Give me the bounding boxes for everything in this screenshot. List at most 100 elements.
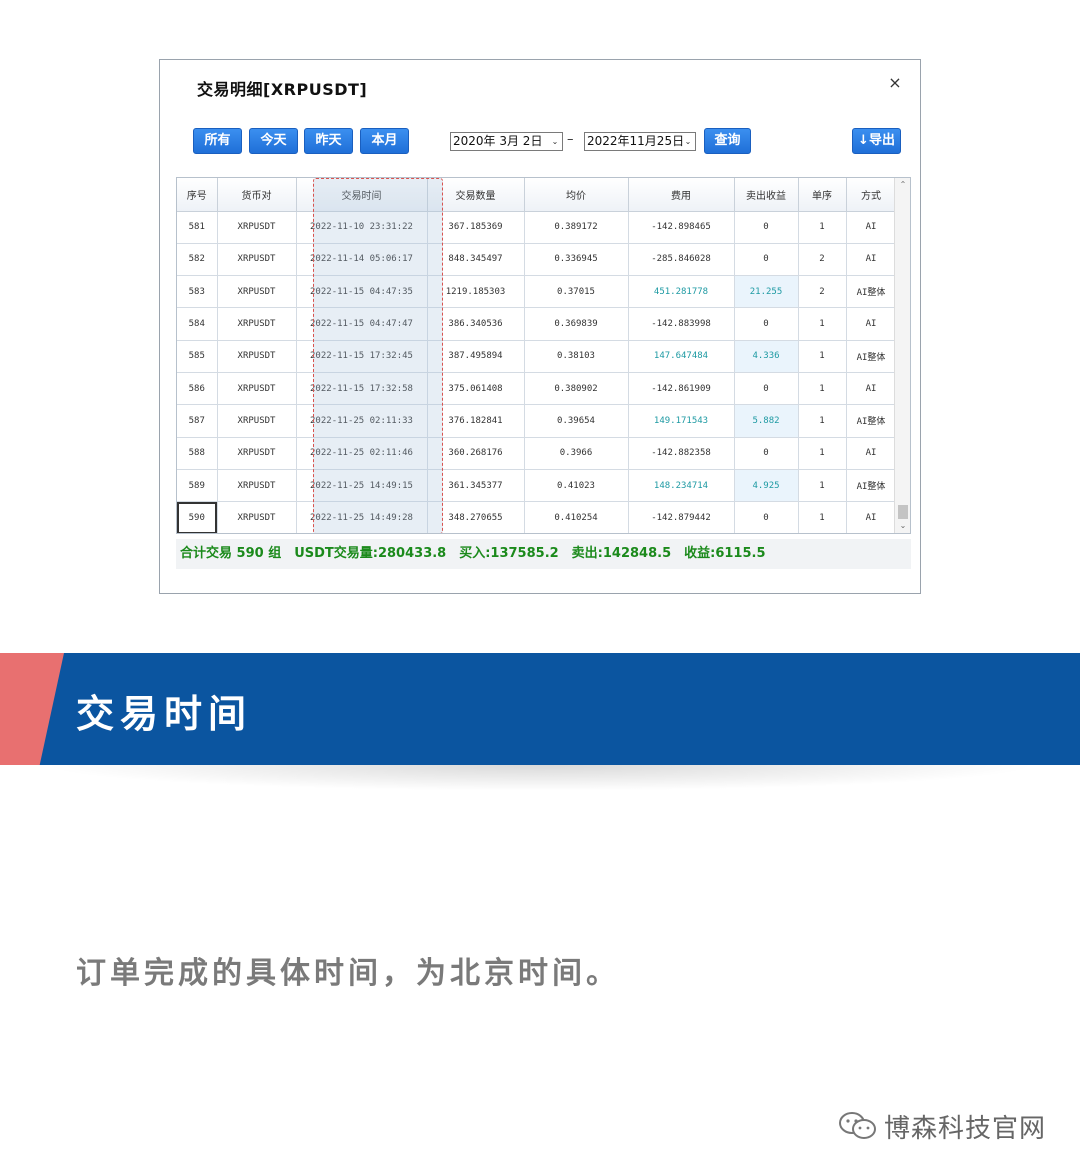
- close-icon[interactable]: ×: [886, 74, 904, 92]
- cell-order[interactable]: 1: [798, 501, 847, 533]
- filter-today-button[interactable]: 今天: [249, 128, 298, 154]
- cell-order[interactable]: 1: [798, 307, 847, 341]
- cell-order[interactable]: 2: [798, 275, 847, 309]
- cell-seq[interactable]: 581: [177, 211, 218, 244]
- chevron-down-icon[interactable]: ⌄: [549, 134, 561, 149]
- chevron-down-icon[interactable]: ⌄: [682, 134, 694, 149]
- cell-seq[interactable]: 586: [177, 372, 218, 406]
- cell-order[interactable]: 1: [798, 340, 847, 373]
- table-row[interactable]: 583 XRPUSDT 2022-11-15 04:47:35 1219.185303…: [177, 275, 897, 309]
- cell-qty[interactable]: 386.340536: [427, 307, 525, 341]
- cell-mode[interactable]: AI: [846, 372, 897, 406]
- cell-mode[interactable]: AI: [846, 307, 897, 341]
- cell-time[interactable]: 2022-11-15 17:32:45: [296, 340, 428, 373]
- table-row[interactable]: 587 XRPUSDT 2022-11-25 02:11:33 376.182841 0…: [177, 404, 897, 438]
- cell-seq[interactable]: 589: [177, 469, 218, 503]
- cell-time[interactable]: 2022-11-15 17:32:58: [296, 372, 428, 406]
- table-row[interactable]: 590 XRPUSDT 2022-11-25 14:49:28 348.270655 0…: [177, 501, 897, 533]
- cell-qty[interactable]: 361.345377: [427, 469, 525, 503]
- cell-qty[interactable]: 375.061408: [427, 372, 525, 406]
- cell-qty[interactable]: 360.268176: [427, 437, 525, 470]
- col-header-qty[interactable]: 交易数量: [427, 178, 525, 212]
- cell-order[interactable]: 1: [798, 437, 847, 470]
- cell-price[interactable]: 0.39654: [524, 404, 629, 438]
- cell-mode[interactable]: AI: [846, 437, 897, 470]
- col-header-price[interactable]: 均价: [524, 178, 629, 212]
- col-header-mode[interactable]: 方式: [846, 178, 897, 212]
- table-row[interactable]: 585 XRPUSDT 2022-11-15 17:32:45 387.495894 0…: [177, 340, 897, 373]
- cell-time[interactable]: 2022-11-15 04:47:47: [296, 307, 428, 341]
- cell-price[interactable]: 0.389172: [524, 211, 629, 244]
- cell-profit[interactable]: 5.882: [734, 404, 799, 438]
- col-header-profit[interactable]: 卖出收益: [734, 178, 799, 212]
- cell-price[interactable]: 0.37015: [524, 275, 629, 309]
- date-to-picker[interactable]: 2022年11月25日 ⌄: [584, 132, 696, 151]
- cell-price[interactable]: 0.3966: [524, 437, 629, 470]
- cell-profit[interactable]: 0: [734, 437, 799, 470]
- cell-seq[interactable]: 583: [177, 275, 218, 309]
- cell-seq[interactable]: 582: [177, 243, 218, 277]
- cell-fee[interactable]: 148.234714: [628, 469, 735, 503]
- vertical-scrollbar[interactable]: ⌃ ⌄: [894, 178, 910, 533]
- cell-fee[interactable]: -142.882358: [628, 437, 735, 470]
- cell-profit[interactable]: 0: [734, 211, 799, 244]
- col-header-fee[interactable]: 费用: [628, 178, 735, 212]
- export-button[interactable]: ↓导出: [852, 128, 901, 154]
- cell-profit[interactable]: 4.925: [734, 469, 799, 503]
- cell-fee[interactable]: 451.281778: [628, 275, 735, 309]
- cell-profit[interactable]: 4.336: [734, 340, 799, 373]
- cell-time[interactable]: 2022-11-10 23:31:22: [296, 211, 428, 244]
- cell-time[interactable]: 2022-11-25 02:11:46: [296, 437, 428, 470]
- filter-all-button[interactable]: 所有: [193, 128, 242, 154]
- cell-profit[interactable]: 0: [734, 243, 799, 277]
- filter-yesterday-button[interactable]: 昨天: [304, 128, 353, 154]
- cell-mode[interactable]: AI: [846, 211, 897, 244]
- cell-order[interactable]: 1: [798, 372, 847, 406]
- table-row[interactable]: 581 XRPUSDT 2022-11-10 23:31:22 367.185369 0…: [177, 211, 897, 244]
- cell-mode[interactable]: AI: [846, 243, 897, 277]
- cell-time[interactable]: 2022-11-25 02:11:33: [296, 404, 428, 438]
- scroll-up-icon[interactable]: ⌃: [895, 178, 910, 192]
- date-from-picker[interactable]: 2020年 3月 2日 ⌄: [450, 132, 563, 151]
- cell-time[interactable]: 2022-11-25 14:49:15: [296, 469, 428, 503]
- cell-pair[interactable]: XRPUSDT: [217, 340, 297, 373]
- cell-fee[interactable]: -142.879442: [628, 501, 735, 533]
- cell-mode[interactable]: AI: [846, 501, 897, 533]
- cell-fee[interactable]: 147.647484: [628, 340, 735, 373]
- cell-price[interactable]: 0.369839: [524, 307, 629, 341]
- cell-profit[interactable]: 21.255: [734, 275, 799, 309]
- scroll-thumb[interactable]: [898, 505, 908, 519]
- cell-mode[interactable]: AI整体: [846, 275, 897, 309]
- cell-fee[interactable]: -142.898465: [628, 211, 735, 244]
- cell-pair[interactable]: XRPUSDT: [217, 372, 297, 406]
- cell-price[interactable]: 0.410254: [524, 501, 629, 533]
- cell-seq[interactable]: 584: [177, 307, 218, 341]
- col-header-seq[interactable]: 序号: [177, 178, 218, 212]
- scroll-down-icon[interactable]: ⌄: [895, 519, 910, 533]
- cell-qty[interactable]: 376.182841: [427, 404, 525, 438]
- cell-qty[interactable]: 848.345497: [427, 243, 525, 277]
- cell-order[interactable]: 1: [798, 469, 847, 503]
- table-row[interactable]: 588 XRPUSDT 2022-11-25 02:11:46 360.268176 0…: [177, 437, 897, 470]
- cell-pair[interactable]: XRPUSDT: [217, 243, 297, 277]
- cell-qty[interactable]: 348.270655: [427, 501, 525, 533]
- col-header-order[interactable]: 单序: [798, 178, 847, 212]
- cell-seq[interactable]: 587: [177, 404, 218, 438]
- cell-price[interactable]: 0.380902: [524, 372, 629, 406]
- cell-seq[interactable]: 588: [177, 437, 218, 470]
- cell-profit[interactable]: 0: [734, 501, 799, 533]
- cell-order[interactable]: 1: [798, 211, 847, 244]
- trade-table[interactable]: 序号 货币对 交易时间 交易数量 均价 费用 卖出收益 单序 方式 581 XRP…: [176, 177, 911, 534]
- cell-profit[interactable]: 0: [734, 372, 799, 406]
- cell-pair[interactable]: XRPUSDT: [217, 404, 297, 438]
- cell-fee[interactable]: -142.861909: [628, 372, 735, 406]
- cell-profit[interactable]: 0: [734, 307, 799, 341]
- col-header-time[interactable]: 交易时间: [296, 178, 428, 212]
- cell-qty[interactable]: 387.495894: [427, 340, 525, 373]
- query-button[interactable]: 查询: [704, 128, 751, 154]
- table-row[interactable]: 586 XRPUSDT 2022-11-15 17:32:58 375.061408 0…: [177, 372, 897, 406]
- cell-order[interactable]: 2: [798, 243, 847, 277]
- cell-time[interactable]: 2022-11-25 14:49:28: [296, 501, 428, 533]
- cell-mode[interactable]: AI整体: [846, 469, 897, 503]
- cell-fee[interactable]: -285.846028: [628, 243, 735, 277]
